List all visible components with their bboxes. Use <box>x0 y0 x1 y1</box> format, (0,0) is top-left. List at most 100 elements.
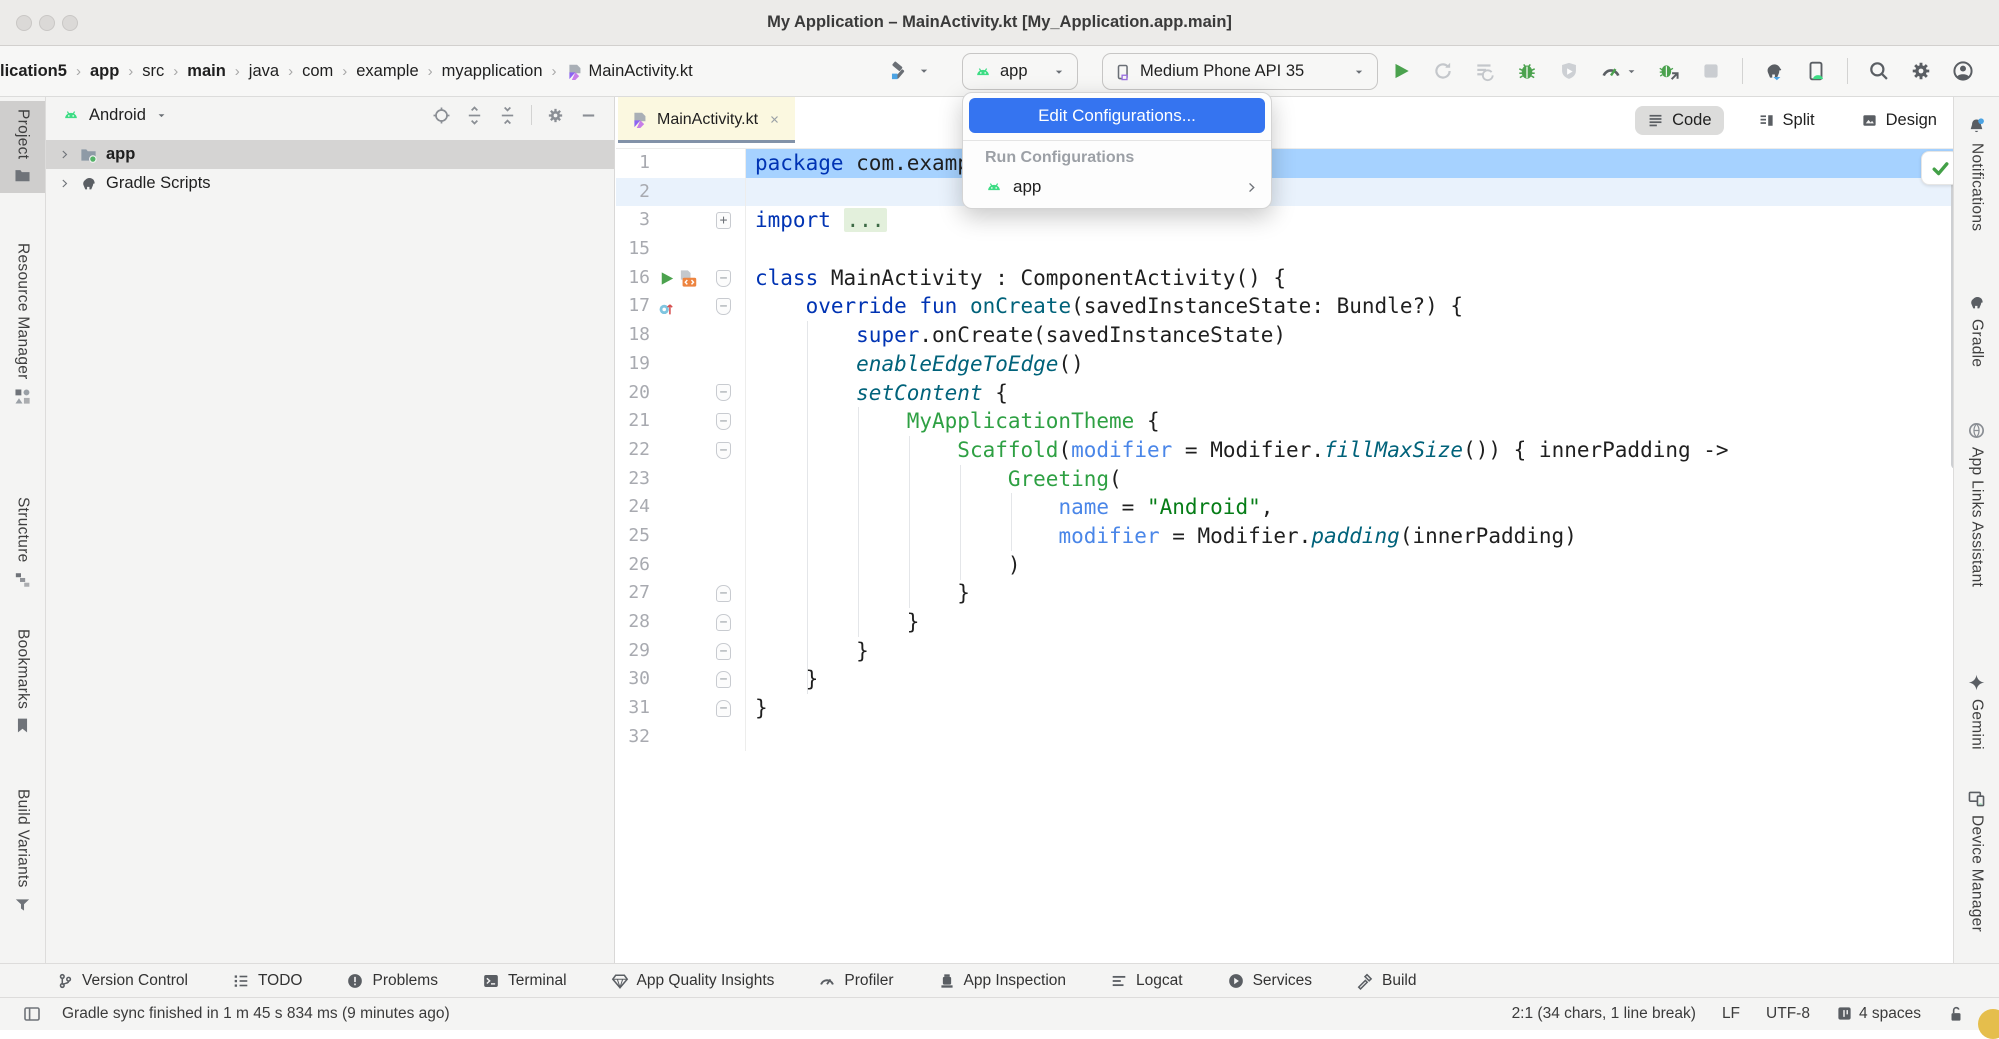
code-line-20[interactable]: 20− setContent { <box>616 379 1963 408</box>
view-mode-code[interactable]: Code <box>1635 106 1723 135</box>
menu-item-edit-configurations[interactable]: Edit Configurations... <box>969 98 1265 133</box>
code-line-23[interactable]: 23 Greeting( <box>616 465 1963 494</box>
chevron-down-icon[interactable] <box>917 64 931 78</box>
tool-stripe-gemini[interactable]: Gemini <box>1954 665 1999 758</box>
chevron-right-icon[interactable] <box>58 177 71 190</box>
collapse-all-button[interactable] <box>498 105 517 124</box>
breadcrumb-item-com[interactable]: com <box>302 62 333 81</box>
rerun-button[interactable] <box>1432 60 1454 82</box>
lock-widget[interactable] <box>1947 1005 1965 1023</box>
expand-all-button[interactable] <box>465 105 484 124</box>
fold-marker[interactable]: − <box>716 413 731 430</box>
breadcrumb-item-lication5[interactable]: lication5 <box>0 62 67 81</box>
compose-mark-gutter[interactable] <box>678 264 697 293</box>
code-line-26[interactable]: 26 ) <box>616 551 1963 580</box>
lock-open-icon[interactable] <box>1947 1005 1965 1023</box>
code-line-24[interactable]: 24 name = "Android", <box>616 493 1963 522</box>
device-manager-button[interactable] <box>1805 60 1827 82</box>
apply-code-changes-button[interactable] <box>1474 60 1496 82</box>
debug-button[interactable] <box>1516 60 1538 82</box>
code-line-27[interactable]: 27− } <box>616 579 1963 608</box>
code-line-3[interactable]: 3+import ... <box>616 206 1963 235</box>
tool-window-button-todo[interactable]: TODO <box>232 972 303 990</box>
code-line-25[interactable]: 25 modifier = Modifier.padding(innerPadd… <box>616 522 1963 551</box>
code-line-28[interactable]: 28− } <box>616 608 1963 637</box>
sync-gradle-button[interactable] <box>1763 60 1785 82</box>
close-x-icon[interactable] <box>767 112 782 127</box>
breadcrumb-item-mainactivity-kt[interactable]: MainActivity.kt <box>566 62 693 81</box>
code-line-17[interactable]: 17− override fun onCreate(savedInstanceS… <box>616 292 1963 321</box>
tool-stripe-project[interactable]: Project <box>0 101 45 193</box>
fold-marker[interactable]: − <box>716 671 731 688</box>
tree-item-app[interactable]: app <box>46 140 614 169</box>
code-line-1[interactable]: 1package com.example.myapplication <box>616 149 1963 178</box>
override-mark-gutter[interactable] <box>657 292 676 321</box>
settings-gear-button[interactable] <box>546 105 565 124</box>
code-line-29[interactable]: 29− } <box>616 637 1963 666</box>
code-line-15[interactable]: 15 <box>616 235 1963 264</box>
tool-stripe-build-variants[interactable]: Build Variants <box>0 781 45 922</box>
account-button[interactable] <box>1952 60 1974 82</box>
view-mode-design[interactable]: Design <box>1849 106 1949 135</box>
code-line-30[interactable]: 30− } <box>616 665 1963 694</box>
tool-window-button-logcat[interactable]: Logcat <box>1110 972 1183 990</box>
code-line-18[interactable]: 18 super.onCreate(savedInstanceState) <box>616 321 1963 350</box>
code-line-32[interactable]: 32 <box>616 723 1963 752</box>
profiler-button[interactable] <box>1600 60 1638 82</box>
run-with-coverage-button[interactable] <box>1558 60 1580 82</box>
run-button[interactable] <box>1390 60 1412 82</box>
tool-window-button-app-quality-insights[interactable]: App Quality Insights <box>611 972 775 990</box>
fold-marker[interactable]: − <box>716 614 731 631</box>
tool-stripe-bookmarks[interactable]: Bookmarks <box>0 621 45 743</box>
code-line-16[interactable]: 16−class MainActivity : ComponentActivit… <box>616 264 1963 293</box>
fold-marker[interactable]: − <box>716 442 731 459</box>
tool-stripe-app-links-assistant[interactable]: App Links Assistant <box>1954 413 1999 595</box>
fold-marker[interactable]: − <box>716 643 731 660</box>
tool-window-button-version-control[interactable]: Version Control <box>56 972 188 990</box>
chevron-right-icon[interactable] <box>58 148 71 161</box>
tool-stripe-device-manager[interactable]: Device Manager <box>1954 781 1999 940</box>
breadcrumb-item-main[interactable]: main <box>187 62 226 81</box>
code-line-21[interactable]: 21− MyApplicationTheme { <box>616 407 1963 436</box>
attach-debugger-button[interactable] <box>1658 60 1680 82</box>
project-view-selector[interactable]: Android <box>46 97 614 133</box>
stop-button[interactable] <box>1700 60 1722 82</box>
layout-square-icon[interactable] <box>22 1004 42 1024</box>
locate-button[interactable] <box>432 105 451 124</box>
check-icon[interactable] <box>1930 158 1951 179</box>
view-mode-split[interactable]: Split <box>1746 106 1827 135</box>
tool-window-button-app-inspection[interactable]: App Inspection <box>938 972 1067 990</box>
search-everywhere-button[interactable] <box>1868 60 1890 82</box>
fold-marker[interactable]: − <box>716 585 731 602</box>
code-line-31[interactable]: 31−} <box>616 694 1963 723</box>
fold-marker[interactable]: − <box>716 270 731 287</box>
breadcrumb-item-java[interactable]: java <box>249 62 279 81</box>
menu-item-app[interactable]: app <box>963 170 1271 203</box>
fold-marker[interactable]: − <box>716 384 731 401</box>
hammer-icon[interactable] <box>888 60 910 82</box>
tool-window-button-profiler[interactable]: Profiler <box>818 972 893 990</box>
close-icon[interactable] <box>767 111 782 129</box>
tool-stripe-notifications[interactable]: Notifications <box>1954 109 1999 239</box>
build-widget[interactable] <box>888 46 931 96</box>
caret-position-widget[interactable]: 2:1 (34 chars, 1 line break) <box>1512 1005 1696 1023</box>
code-line-22[interactable]: 22− Scaffold(modifier = Modifier.fillMax… <box>616 436 1963 465</box>
code-area[interactable]: 1package com.example.myapplication23+imp… <box>616 149 1963 963</box>
window-close-button[interactable] <box>16 15 32 31</box>
fold-marker[interactable]: − <box>716 700 731 717</box>
run-configuration-selector[interactable]: app <box>962 53 1078 90</box>
encoding-widget[interactable]: UTF-8 <box>1766 1005 1810 1023</box>
line-ending-widget[interactable]: LF <box>1722 1005 1740 1023</box>
tool-window-button-services[interactable]: Services <box>1227 972 1312 990</box>
window-zoom-button[interactable] <box>62 15 78 31</box>
tool-stripe-structure[interactable]: Structure <box>0 489 45 597</box>
editor[interactable]: MainActivity.kt Code Split Design 1package… <box>616 97 1963 963</box>
window-minimize-button[interactable] <box>39 15 55 31</box>
tool-window-button-problems[interactable]: Problems <box>346 972 437 990</box>
breadcrumb-item-app[interactable]: app <box>90 62 119 81</box>
device-selector[interactable]: Medium Phone API 35 <box>1102 53 1378 90</box>
breadcrumb-item-src[interactable]: src <box>142 62 164 81</box>
editor-tab-mainactivity[interactable]: MainActivity.kt <box>618 97 795 143</box>
hide-minus-button[interactable] <box>579 105 598 124</box>
indent-widget[interactable]: 4 spaces <box>1836 1005 1921 1023</box>
